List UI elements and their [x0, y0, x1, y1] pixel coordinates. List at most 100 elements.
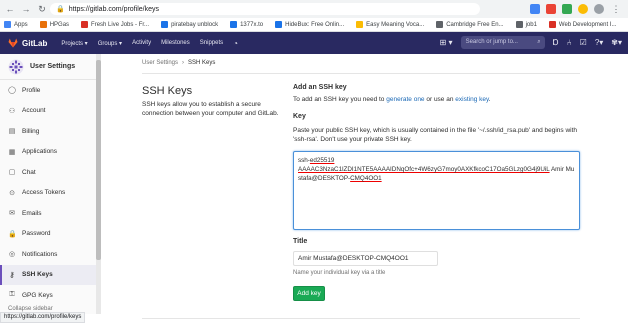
nav-milestones[interactable]: Milestones: [161, 40, 190, 46]
dashboard-icon[interactable]: ◔: [233, 39, 238, 48]
user-avatar-icon[interactable]: ✾▾: [611, 38, 622, 47]
bookmark-item[interactable]: job1: [515, 21, 537, 28]
plus-icon[interactable]: ⊞ ▾: [440, 38, 453, 47]
title-input[interactable]: Amir Mustafa@DESKTOP-CMQ4OO1: [293, 251, 438, 266]
divider: [142, 73, 580, 74]
existing-key-link[interactable]: existing key: [455, 96, 488, 103]
key-help-text: Paste your public SSH key, which is usua…: [293, 127, 578, 143]
bookmark-item[interactable]: Cambridge Free En...: [436, 21, 504, 28]
sidebar-item-notifications[interactable]: ◎ Notifications: [0, 244, 100, 265]
sidebar-item-label: Profile: [22, 86, 41, 94]
add-desc-text: .: [488, 96, 491, 103]
sidebar-item-billing[interactable]: ▤ Billing: [0, 121, 100, 142]
reload-icon[interactable]: ↻: [36, 3, 48, 15]
bookmark-item[interactable]: Fresh Live Jobs - Fr...: [81, 21, 149, 28]
add-key-button[interactable]: Add key: [293, 286, 325, 301]
key-text: ssh-: [298, 157, 310, 164]
extension-icon[interactable]: [562, 4, 572, 14]
sidebar-scroll-thumb[interactable]: [96, 60, 101, 260]
address-bar[interactable]: 🔒 https://gitlab.com/profile/keys: [50, 3, 480, 15]
generate-key-link[interactable]: generate one: [386, 96, 424, 103]
sidebar-item-label: Applications: [22, 148, 58, 156]
bookmark-label: 1377x.to: [240, 21, 264, 28]
bookmark-icon: [161, 21, 169, 28]
extension-icon[interactable]: [530, 4, 540, 14]
search-placeholder: Search or jump to...: [465, 39, 518, 45]
sidebar-item-label: Emails: [22, 209, 42, 217]
emails-icon: ✉: [9, 210, 15, 218]
bookmark-label: Easy Meaning Voca...: [366, 21, 425, 28]
breadcrumb-parent[interactable]: User Settings: [142, 60, 178, 66]
page-title: SSH Keys: [142, 85, 193, 97]
sidebar-item-ssh-keys[interactable]: ⚷ SSH Keys: [0, 264, 100, 285]
add-key-heading: Add an SSH key: [293, 84, 347, 91]
url-text: https://gitlab.com/profile/keys: [68, 5, 159, 13]
sidebar-item-chat[interactable]: ▢ Chat: [0, 162, 100, 183]
sidebar-header[interactable]: User Settings: [0, 54, 100, 80]
bookmark-label: job1: [525, 21, 537, 28]
sidebar-item-account[interactable]: ⚇ Account: [0, 101, 100, 122]
bookmark-item[interactable]: Easy Meaning Voca...: [356, 21, 424, 28]
help-icon[interactable]: ?▾: [595, 38, 603, 47]
bookmark-icon: [230, 21, 238, 28]
sidebar-item-password[interactable]: 🔒 Password: [0, 224, 100, 245]
header-right: ⊞ ▾ Search or jump to... ⌕ Ɒ ⑃ ☑ ?▾ ✾▾: [440, 36, 622, 49]
nav-groups[interactable]: Groups ▾: [98, 40, 122, 47]
nav-activity[interactable]: Activity: [132, 40, 151, 46]
sidebar-item-label: SSH Keys: [22, 271, 53, 279]
bookmark-item[interactable]: Web Development I...: [548, 21, 617, 28]
bookmark-label: Apps: [14, 21, 28, 28]
sidebar-item-label: Billing: [22, 127, 40, 135]
page-description: SSH keys allow you to establish a secure…: [142, 101, 279, 117]
profile-avatar-icon[interactable]: [594, 4, 604, 14]
sidebar-item-applications[interactable]: ▦ Applications: [0, 142, 100, 163]
access-tokens-icon: ⊙: [9, 189, 15, 197]
sidebar-item-gpg-keys[interactable]: ⚿ GPG Keys: [0, 285, 100, 306]
search-icon: ⌕: [537, 39, 541, 45]
bookmark-item[interactable]: 1377x.to: [230, 21, 263, 28]
sidebar-item-profile[interactable]: ◯ Profile: [0, 80, 100, 101]
sidebar-item-emails[interactable]: ✉ Emails: [0, 203, 100, 224]
extension-icon[interactable]: [546, 4, 556, 14]
merge-requests-icon[interactable]: ⑃: [567, 38, 572, 47]
bookmark-label: HideBux: Free Onlin...: [285, 21, 345, 28]
bookmark-item[interactable]: HPGas: [39, 21, 69, 28]
bookmark-item[interactable]: HideBux: Free Onlin...: [275, 21, 344, 28]
extensions: ⋮: [530, 3, 622, 15]
issues-icon[interactable]: Ɒ: [553, 38, 559, 47]
sidebar-item-label: Chat: [22, 168, 36, 176]
extension-icon[interactable]: [578, 4, 588, 14]
key-label: Key: [293, 113, 306, 120]
gitlab-brand[interactable]: GitLab: [22, 39, 47, 48]
forward-icon[interactable]: →: [20, 3, 32, 15]
sidebar-item-label: Notifications: [22, 250, 58, 258]
applications-icon: ▦: [8, 148, 16, 156]
nav-snippets[interactable]: Snippets: [200, 40, 223, 46]
billing-icon: ▤: [8, 128, 16, 136]
gpg-keys-icon: ⚿: [9, 291, 15, 299]
bookmark-icon: [436, 21, 444, 28]
password-icon: 🔒: [8, 230, 17, 238]
menu-icon[interactable]: ⋮: [610, 3, 622, 15]
search-input[interactable]: Search or jump to... ⌕: [460, 36, 545, 49]
todos-icon[interactable]: ☑: [580, 38, 587, 47]
ssh-keys-icon: ⚷: [9, 271, 15, 279]
nav-projects[interactable]: Projects ▾: [61, 40, 87, 47]
key-text: AAAAC3NzaC1lZDI1NTE5AAAAIDNqOfc+4W6zyG7m…: [298, 166, 550, 173]
back-icon[interactable]: ←: [4, 3, 16, 15]
key-textarea[interactable]: ssh-ed25519 AAAAC3NzaC1lZDI1NTE5AAAAIDNqO…: [293, 151, 580, 230]
bookmark-icon: [548, 21, 556, 28]
gitlab-logo-icon[interactable]: [8, 38, 18, 48]
bookmark-label: Web Development I...: [558, 21, 617, 28]
sidebar-item-label: Access Tokens: [22, 189, 66, 197]
key-text: ed25519: [309, 157, 335, 164]
sidebar-item-access-tokens[interactable]: ⊙ Access Tokens: [0, 183, 100, 204]
breadcrumb-current[interactable]: SSH Keys: [188, 60, 215, 66]
bookmark-item[interactable]: piratebay unblock: [161, 21, 218, 28]
bookmarks-bar: Apps HPGas Fresh Live Jobs - Fr... pirateba…: [0, 18, 628, 32]
bookmark-icon: [39, 21, 47, 28]
bookmark-item[interactable]: Apps: [4, 21, 28, 28]
notifications-icon: ◎: [8, 251, 16, 259]
sidebar-item-label: Password: [22, 230, 51, 238]
bookmark-icon: [356, 21, 364, 28]
